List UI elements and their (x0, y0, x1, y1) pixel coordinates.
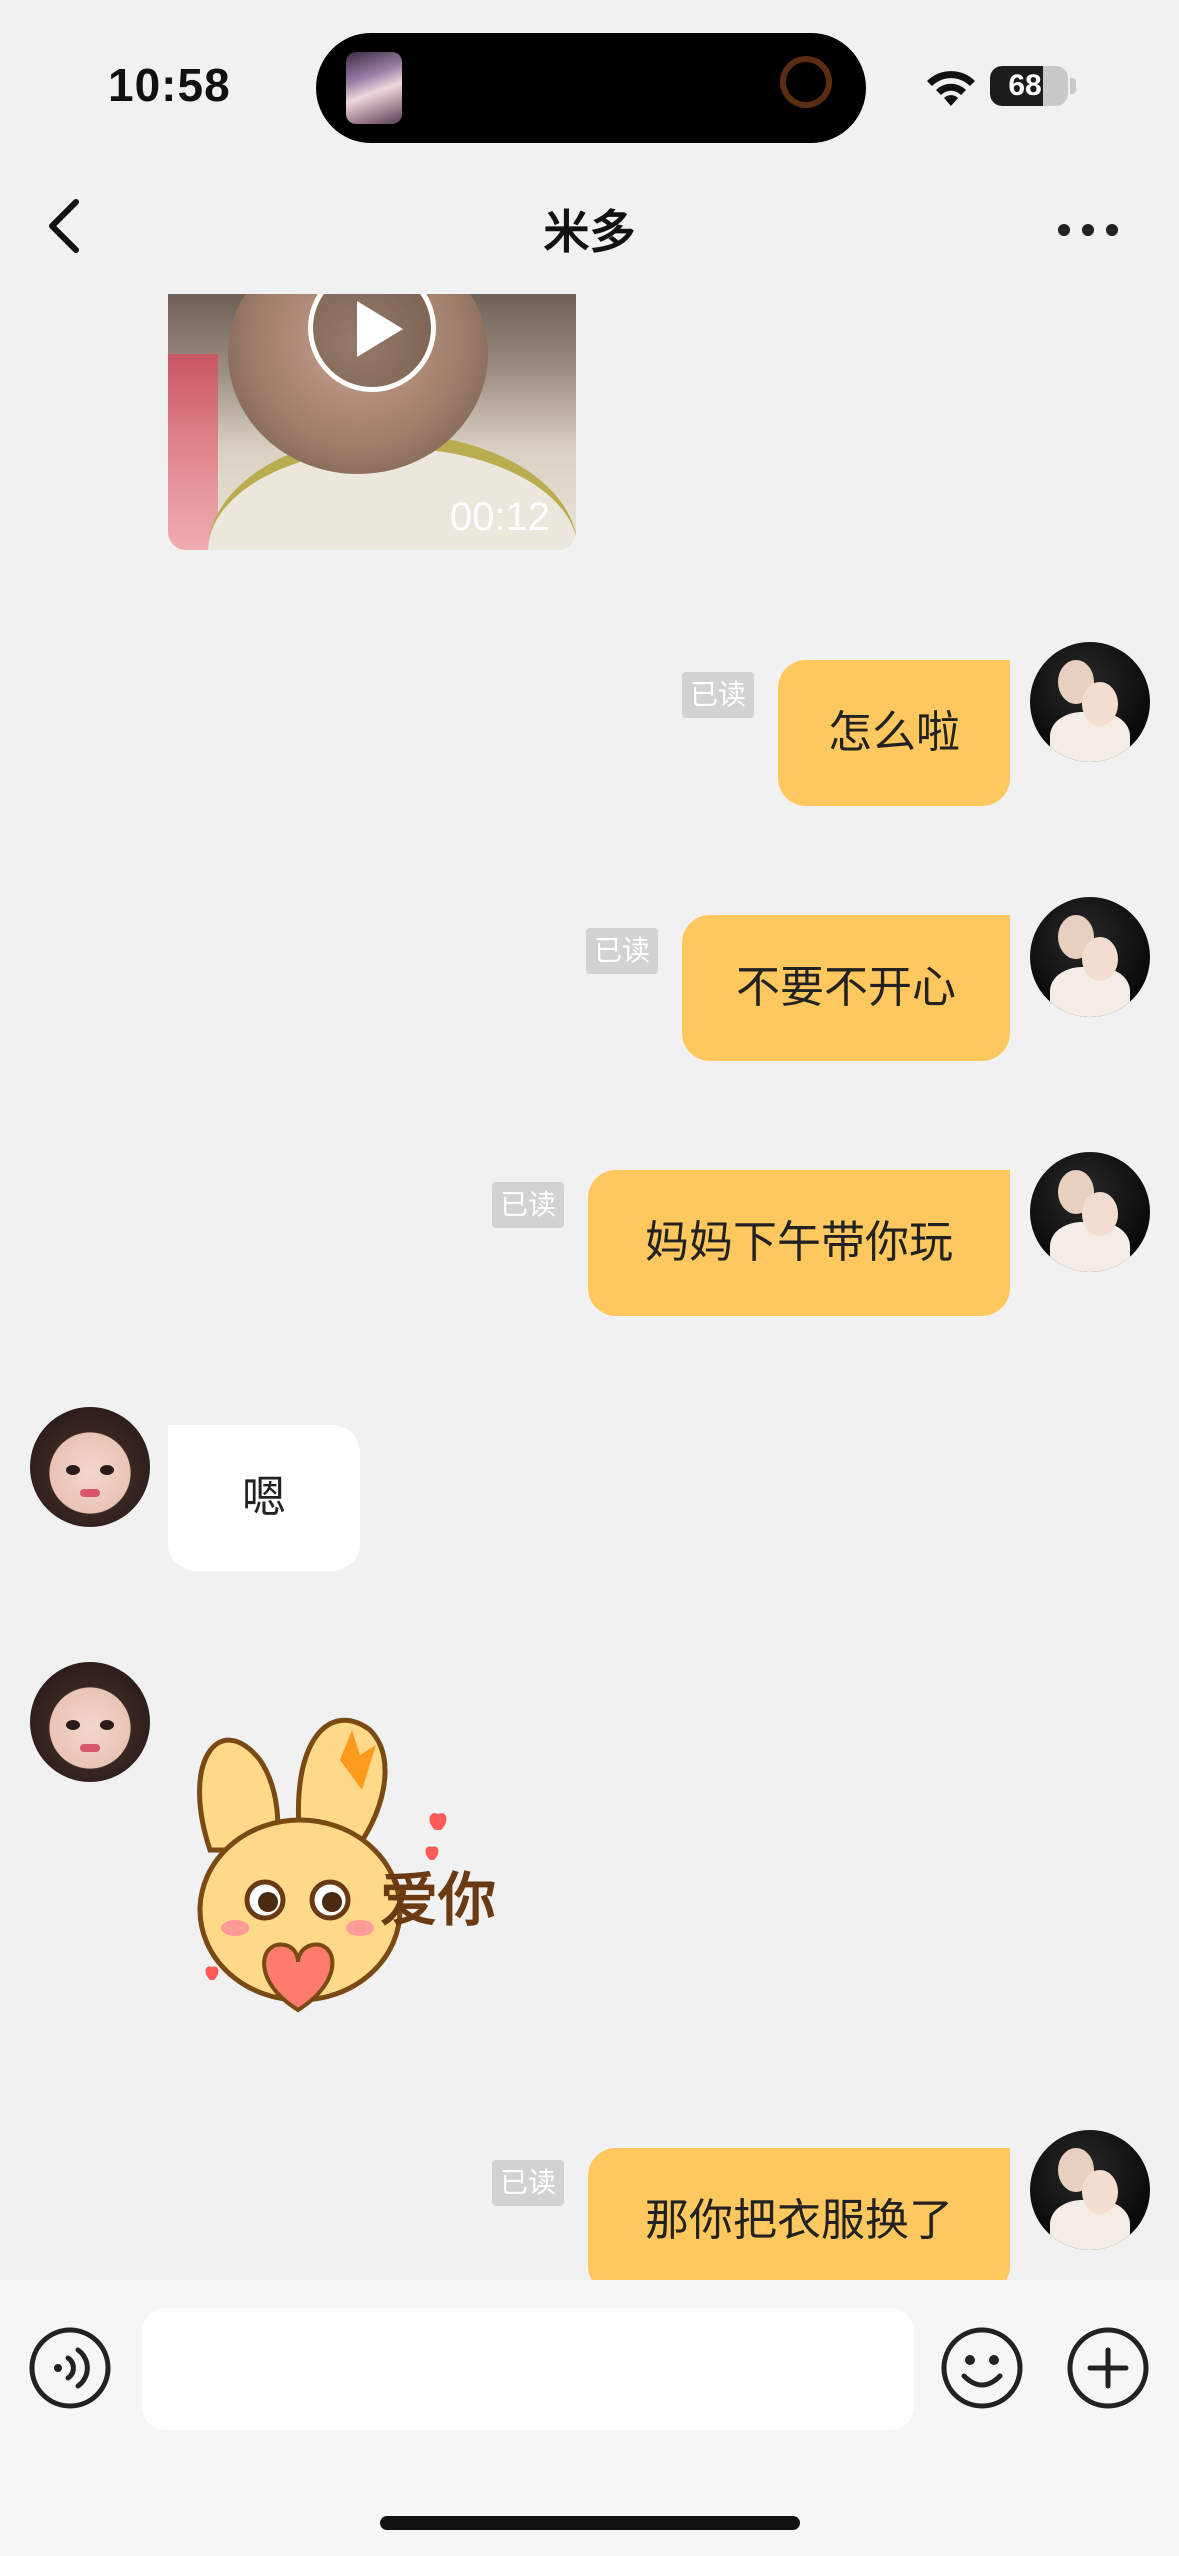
video-background (168, 354, 218, 550)
chat-title: 米多 (543, 205, 636, 259)
message-input[interactable] (142, 2308, 914, 2430)
outgoing-message-bubble[interactable]: 那你把衣服换了 (588, 2148, 1010, 2294)
plus-icon[interactable] (1066, 2326, 1150, 2410)
status-time: 10:58 (108, 59, 231, 111)
contact-avatar[interactable] (30, 1662, 150, 1782)
my-avatar[interactable] (1030, 897, 1150, 1017)
outgoing-message-bubble[interactable]: 妈妈下午带你玩 (588, 1170, 1010, 1316)
battery-level: 68 (1008, 69, 1042, 102)
my-avatar[interactable] (1030, 642, 1150, 762)
read-receipt: 已读 (492, 2160, 565, 2206)
incoming-message-bubble[interactable]: 嗯 (168, 1425, 360, 1571)
home-indicator[interactable] (380, 2516, 800, 2530)
outgoing-message-bubble[interactable]: 不要不开心 (682, 915, 1010, 1061)
bunny-love-sticker[interactable]: 爱你 (180, 1700, 540, 2040)
more-icon[interactable] (1056, 210, 1120, 250)
battery-icon: 68 (990, 66, 1068, 106)
wifi-icon (927, 71, 975, 106)
read-receipt: 已读 (586, 928, 659, 974)
my-avatar[interactable] (1030, 1152, 1150, 1272)
video-duration: 00:12 (449, 495, 550, 539)
outgoing-message-bubble[interactable]: 怎么啦 (778, 660, 1010, 806)
battery-nub (1070, 78, 1076, 94)
sticker-text: 爱你 (380, 1866, 496, 1934)
emoji-icon[interactable] (940, 2326, 1024, 2410)
now-playing-artwork[interactable] (346, 52, 402, 124)
contact-avatar[interactable] (30, 1407, 150, 1527)
video-message[interactable]: 00:12 (168, 294, 576, 550)
read-receipt: 已读 (492, 1182, 565, 1228)
my-avatar[interactable] (1030, 2130, 1150, 2250)
voice-icon[interactable] (28, 2326, 112, 2410)
read-receipt: 已读 (682, 672, 755, 718)
now-playing-progress-icon (780, 56, 832, 108)
